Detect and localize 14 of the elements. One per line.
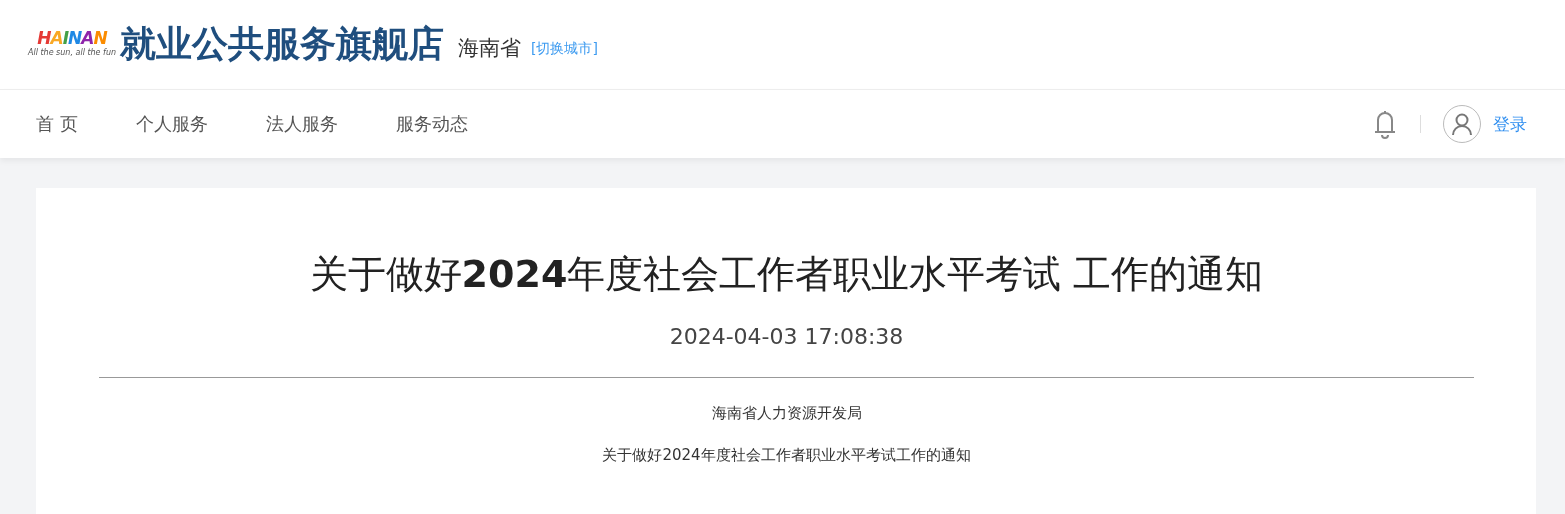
article-date: 2024-04-03 17:08:38 [668, 323, 905, 349]
bell-icon[interactable] [1372, 108, 1398, 140]
site-title: 就业公共服务旗舰店 [120, 22, 444, 66]
province-label: 海南省 [458, 34, 521, 62]
logo-text: HAINAN [37, 30, 107, 48]
logo-tagline: All the sun, all the fun [28, 47, 117, 59]
nav-item[interactable]: 首 页 [36, 112, 78, 136]
article-paragraph: 关于做好2024年度社会工作者职业水平考试工作的通知 [601, 445, 972, 464]
login-link[interactable]: 登录 [1493, 112, 1527, 136]
nav-item[interactable]: 个人服务 [135, 112, 208, 136]
nav-item[interactable]: 法人服务 [265, 112, 338, 136]
article-paragraph: 海南省人力资源开发局 [710, 403, 863, 422]
nav-item[interactable]: 服务动态 [395, 112, 468, 136]
article-title: 关于做好2024年度社会工作者职业水平考试 工作的通知 [308, 251, 1265, 298]
